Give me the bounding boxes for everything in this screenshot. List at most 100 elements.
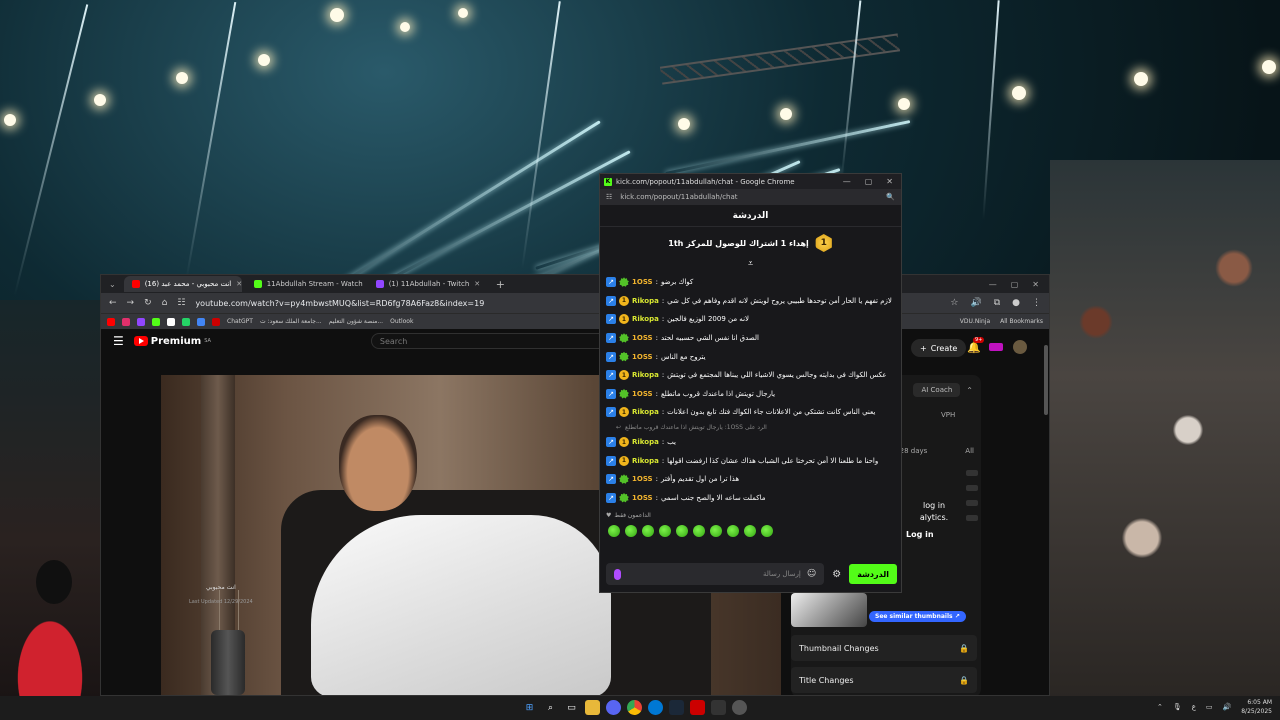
tab-search-icon[interactable]: ⌄ bbox=[105, 280, 120, 289]
chat-username[interactable]: 1OSS bbox=[632, 334, 653, 342]
youtube-logo[interactable]: Premium SA bbox=[133, 336, 211, 347]
login-button[interactable]: Log in bbox=[906, 530, 934, 539]
site-info-icon[interactable]: ☷ bbox=[606, 193, 612, 201]
maximize-icon[interactable]: ▢ bbox=[865, 177, 873, 186]
close-icon[interactable]: ✕ bbox=[1032, 280, 1039, 289]
network-icon[interactable]: ▭ bbox=[1206, 703, 1213, 711]
new-tab-icon[interactable]: + bbox=[490, 278, 511, 291]
discord-icon[interactable] bbox=[606, 700, 621, 715]
x-bookmark-icon[interactable] bbox=[167, 317, 175, 326]
extensions-icon[interactable]: ⧉ bbox=[994, 298, 1000, 308]
tab-twitch[interactable]: (1) 11Abdullah - Twitch ✕ bbox=[368, 276, 486, 292]
kick-bookmark-icon[interactable] bbox=[152, 317, 160, 326]
instagram-bookmark-icon[interactable] bbox=[122, 317, 130, 326]
chevron-up-icon[interactable]: ⌃ bbox=[966, 386, 973, 395]
thumbnail-changes-section[interactable]: Thumbnail Changes 🔒 bbox=[791, 635, 977, 661]
obs-icon[interactable] bbox=[732, 700, 747, 715]
chrome-icon[interactable] bbox=[627, 700, 642, 715]
send-button[interactable]: الدردشة bbox=[849, 564, 897, 584]
emote-icon[interactable] bbox=[608, 525, 620, 538]
menu-icon[interactable]: ☰ bbox=[113, 334, 124, 348]
chat-username[interactable]: Rikopa bbox=[632, 297, 659, 305]
edge-icon[interactable] bbox=[648, 700, 663, 715]
bookmark-icon[interactable] bbox=[212, 317, 220, 326]
steam-icon[interactable] bbox=[669, 700, 684, 715]
bookmark-chatgpt[interactable]: ChatGPT bbox=[227, 318, 253, 325]
see-similar-button[interactable]: See similar thumbnails ↗ bbox=[869, 611, 966, 622]
collapse-icon[interactable]: ⩡ bbox=[600, 259, 901, 273]
title-changes-section[interactable]: Title Changes 🔒 bbox=[791, 667, 977, 693]
task-view-icon[interactable]: ▭ bbox=[564, 700, 579, 715]
chat-message[interactable]: ↗ 1OSS: الصدق انا نفس الشي حسبيه لحتد bbox=[606, 329, 895, 348]
chat-username[interactable]: Rikopa bbox=[632, 438, 659, 446]
chat-username[interactable]: 1OSS bbox=[632, 353, 653, 361]
chevron-up-icon[interactable]: ⌃ bbox=[1157, 703, 1163, 711]
emote-icon[interactable] bbox=[744, 525, 756, 538]
bookmark-outlook[interactable]: Outlook bbox=[390, 318, 413, 325]
extension-icon[interactable] bbox=[989, 343, 1003, 351]
chat-message[interactable]: ↗ 1OSS: يتروح مع الناس bbox=[606, 347, 895, 366]
chat-message[interactable]: ↗ 1 Rikopa: يعني الناس كانت تشتكي من الاعلا… bbox=[606, 403, 895, 422]
emote-icon[interactable] bbox=[710, 525, 722, 538]
profile-icon[interactable]: ● bbox=[1012, 298, 1020, 308]
avatar[interactable] bbox=[1013, 340, 1027, 354]
chat-message[interactable]: ↗ 1 Rikopa: واحنا ما طلعنا الا أمن تحرختا ع… bbox=[606, 451, 895, 470]
back-icon[interactable]: ← bbox=[109, 298, 117, 308]
range-all[interactable]: All bbox=[965, 447, 974, 455]
chat-username[interactable]: 1OSS bbox=[632, 494, 653, 502]
close-icon[interactable]: ✕ bbox=[886, 177, 893, 186]
chat-message[interactable]: ↗ 1OSS: ماكملت ساعه الا والصح جنب اسمي bbox=[606, 489, 895, 508]
emote-icon[interactable] bbox=[727, 525, 739, 538]
reload-icon[interactable]: ↻ bbox=[144, 298, 152, 308]
chat-username[interactable]: Rikopa bbox=[632, 371, 659, 379]
url-text[interactable]: youtube.com/watch?v=py4mbwstMUQ&list=RD6… bbox=[195, 299, 484, 308]
emote-icon[interactable] bbox=[693, 525, 705, 538]
microphone-icon[interactable] bbox=[614, 568, 621, 580]
emote-icon[interactable] bbox=[659, 525, 671, 538]
emote-icon[interactable] bbox=[761, 525, 773, 538]
bookmark-ksu[interactable]: جامعة الملك سعود: ت... bbox=[260, 318, 322, 325]
zoom-icon[interactable]: 🔍 bbox=[886, 193, 895, 201]
app-icon[interactable] bbox=[711, 700, 726, 715]
chat-message[interactable]: ↗ 1 Rikopa: لانه من 2009 الوزيع فالجين bbox=[606, 310, 895, 329]
tab-youtube[interactable]: (16) انت محبوبي - محمد عبد ✕ bbox=[123, 276, 242, 292]
pinned-gift-goal[interactable]: 1 إهداء 1 اشتراك للوصول للمركز 1th bbox=[600, 227, 901, 259]
whatsapp-bookmark-icon[interactable] bbox=[182, 317, 190, 326]
forward-icon[interactable]: → bbox=[127, 298, 135, 308]
message-input[interactable]: إرسال رسالة ☺ bbox=[606, 563, 825, 585]
thumbnail-preview[interactable] bbox=[791, 593, 867, 627]
emote-icon[interactable] bbox=[676, 525, 688, 538]
emote-icon[interactable] bbox=[625, 525, 637, 538]
chat-username[interactable]: Rikopa bbox=[632, 315, 659, 323]
chat-message[interactable]: ↗ 1OSS: كواك برضو bbox=[606, 273, 895, 292]
app-icon[interactable] bbox=[690, 700, 705, 715]
google-bookmark-icon[interactable] bbox=[197, 317, 205, 326]
search-icon[interactable]: ⌕ bbox=[543, 700, 558, 715]
emoji-icon[interactable]: ☺ bbox=[807, 569, 816, 579]
chat-message[interactable]: ↗ 1 Rikopa: يب bbox=[606, 433, 895, 452]
chat-username[interactable]: 1OSS bbox=[632, 390, 653, 398]
microphone-icon[interactable]: 🎙 bbox=[1173, 703, 1182, 711]
chat-message[interactable]: ↗ 1 Rikopa: لازم تفهم يا الحار أمن توحدها ط… bbox=[606, 292, 895, 311]
site-info-icon[interactable]: ☷ bbox=[177, 298, 185, 308]
url-text[interactable]: kick.com/popout/11abdullah/chat bbox=[620, 193, 737, 201]
twitch-bookmark-icon[interactable] bbox=[137, 317, 145, 326]
chat-username[interactable]: Rikopa bbox=[632, 457, 659, 465]
search-input[interactable]: Search bbox=[370, 333, 621, 349]
tab-kick[interactable]: 11Abdullah Stream - Watch ✕ bbox=[246, 276, 364, 292]
volume-icon[interactable]: 🔊 bbox=[1223, 703, 1232, 711]
volume-icon[interactable]: 🔊 bbox=[970, 298, 981, 308]
file-explorer-icon[interactable] bbox=[585, 700, 600, 715]
ai-coach-button[interactable]: AI Coach bbox=[913, 383, 961, 397]
home-icon[interactable]: ⌂ bbox=[162, 298, 168, 308]
all-bookmarks[interactable]: All Bookmarks bbox=[1000, 318, 1043, 325]
minimize-icon[interactable]: — bbox=[843, 177, 851, 186]
chat-message[interactable]: ↗ 1OSS: هذا ترا من اول تقديم وأفتر bbox=[606, 470, 895, 489]
clock[interactable]: 6:05 AM 8/25/2025 bbox=[1241, 698, 1272, 716]
chat-message[interactable]: ↗ 1 Rikopa: عكس الكواك في بدايته وجالس يسوي… bbox=[606, 366, 895, 385]
chat-username[interactable]: 1OSS bbox=[632, 278, 653, 286]
emote-icon[interactable] bbox=[642, 525, 654, 538]
youtube-bookmark-icon[interactable] bbox=[107, 317, 115, 326]
close-tab-icon[interactable]: ✕ bbox=[236, 280, 241, 288]
gear-icon[interactable]: ⚙ bbox=[832, 569, 841, 580]
